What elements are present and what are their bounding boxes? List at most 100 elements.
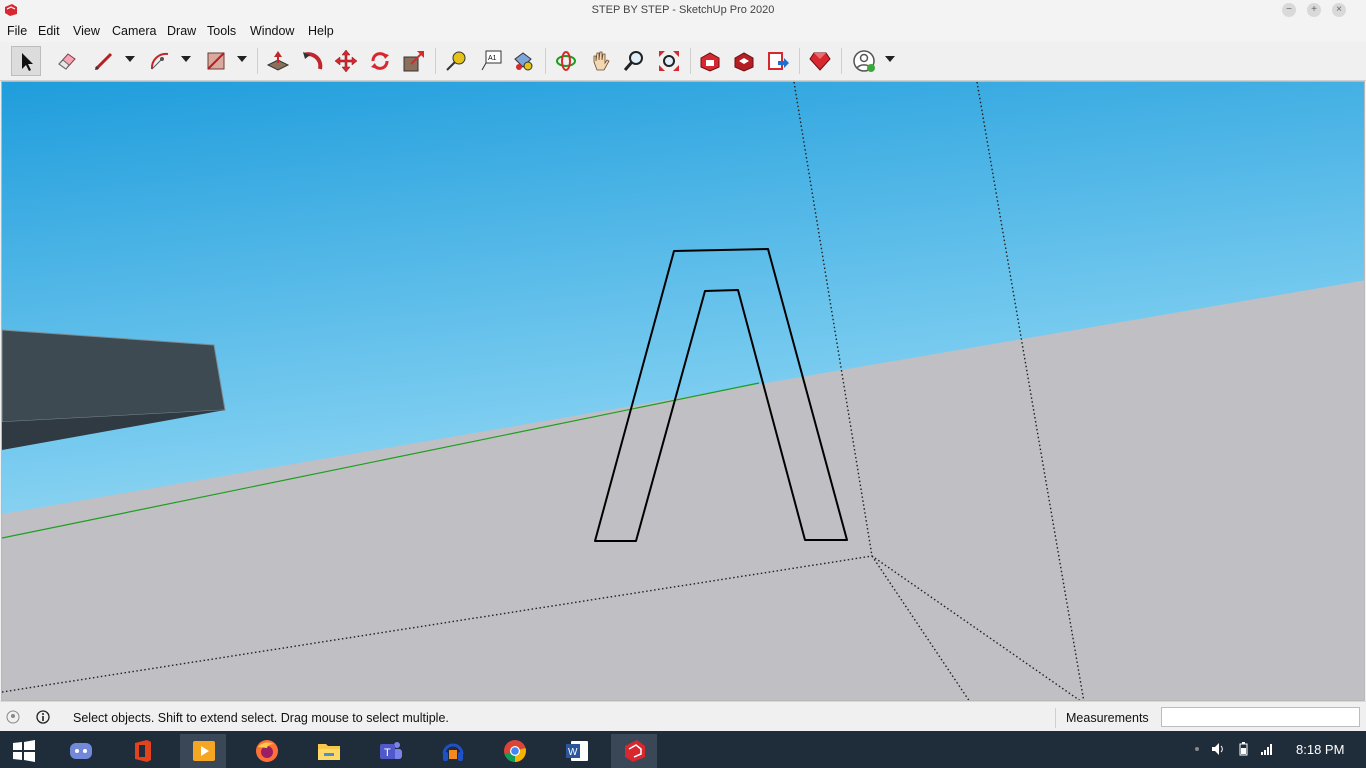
- taskbar-audacity[interactable]: [429, 734, 475, 768]
- ruby-gem-icon: [809, 52, 831, 71]
- pan-hand-icon: [593, 51, 610, 71]
- menu-help[interactable]: Help: [308, 24, 334, 38]
- text-tool-button[interactable]: A1: [476, 46, 506, 76]
- taskbar-word[interactable]: W: [553, 734, 599, 768]
- tape-measure-icon: [446, 51, 466, 71]
- toolbar-separator: [841, 48, 842, 74]
- toolbar-separator: [690, 48, 691, 74]
- taskbar-chrome[interactable]: [491, 734, 537, 768]
- follow-me-tool-button[interactable]: [297, 46, 327, 76]
- media-player-icon: [193, 741, 215, 761]
- zoom-extents-icon: [659, 51, 679, 71]
- shape-tools-dropdown[interactable]: [237, 56, 247, 62]
- follow-me-icon: [303, 52, 323, 70]
- windows-taskbar: T W 8:18 PM: [0, 731, 1366, 768]
- battery-icon[interactable]: [1236, 742, 1250, 756]
- warehouse-icon: [700, 52, 720, 72]
- push-pull-tool-button[interactable]: [263, 46, 293, 76]
- status-bar: Select objects. Shift to extend select. …: [0, 701, 1366, 732]
- sketchup-icon: [625, 740, 645, 762]
- user-account-icon: [853, 50, 875, 72]
- geo-location-icon[interactable]: [6, 710, 20, 724]
- taskbar-sketchup[interactable]: [611, 734, 657, 768]
- orbit-tool-button[interactable]: [551, 46, 581, 76]
- toolbar-separator: [545, 48, 546, 74]
- taskbar-media-player[interactable]: [180, 734, 226, 768]
- start-button[interactable]: [0, 734, 46, 768]
- rotate-icon: [371, 52, 389, 70]
- window-title: STEP BY STEP - SketchUp Pro 2020: [591, 4, 775, 16]
- taskbar-firefox[interactable]: [243, 734, 289, 768]
- paint-bucket-tool-button[interactable]: [508, 46, 538, 76]
- tray-overflow-icon[interactable]: [1190, 742, 1204, 756]
- extension-warehouse-button[interactable]: [729, 46, 759, 76]
- volume-icon[interactable]: [1211, 742, 1225, 756]
- menu-tools[interactable]: Tools: [207, 24, 236, 38]
- chrome-icon: [504, 740, 526, 762]
- arc-icon: [150, 52, 169, 70]
- menu-bar: File Edit View Camera Draw Tools Window …: [0, 22, 1366, 42]
- taskbar-clock[interactable]: 8:18 PM: [1296, 742, 1344, 757]
- line-tool-button[interactable]: [89, 46, 119, 76]
- taskbar-file-explorer[interactable]: [305, 734, 351, 768]
- measurements-label: Measurements: [1066, 711, 1149, 725]
- select-tool-button[interactable]: [11, 46, 41, 76]
- line-tools-dropdown[interactable]: [125, 56, 135, 62]
- maximize-button[interactable]: +: [1307, 3, 1321, 17]
- taskbar-teams[interactable]: T: [367, 734, 413, 768]
- word-icon: W: [566, 741, 588, 761]
- pan-tool-button[interactable]: [585, 46, 615, 76]
- taskbar-office[interactable]: [119, 734, 165, 768]
- account-button[interactable]: [849, 46, 879, 76]
- zoom-extents-tool-button[interactable]: [654, 46, 684, 76]
- arc-tools-dropdown[interactable]: [181, 56, 191, 62]
- folder-icon: [318, 744, 340, 760]
- taskbar-discord[interactable]: [57, 734, 103, 768]
- send-to-layout-icon: [768, 52, 789, 70]
- drawing-viewport[interactable]: [1, 81, 1365, 701]
- zoom-tool-button[interactable]: [619, 46, 649, 76]
- tape-measure-tool-button[interactable]: [441, 46, 471, 76]
- text-tool-label: A1: [488, 55, 497, 62]
- send-to-layout-button[interactable]: [763, 46, 793, 76]
- toolbar-separator: [435, 48, 436, 74]
- model-canvas[interactable]: [2, 82, 1365, 701]
- svg-text:W: W: [568, 747, 578, 758]
- menu-file[interactable]: File: [7, 24, 27, 38]
- rotate-tool-button[interactable]: [365, 46, 395, 76]
- menu-view[interactable]: View: [73, 24, 100, 38]
- extension-manager-button[interactable]: [805, 46, 835, 76]
- toolbar-separator: [257, 48, 258, 74]
- info-icon[interactable]: [36, 710, 50, 724]
- audacity-headphones-icon: [442, 743, 464, 761]
- office-icon: [135, 740, 151, 762]
- move-tool-button[interactable]: [331, 46, 361, 76]
- menu-edit[interactable]: Edit: [38, 24, 60, 38]
- menu-window[interactable]: Window: [250, 24, 294, 38]
- select-arrow-icon: [22, 53, 33, 71]
- menu-camera[interactable]: Camera: [112, 24, 156, 38]
- minimize-button[interactable]: −: [1282, 3, 1296, 17]
- status-separator: [1055, 708, 1056, 728]
- firefox-icon: [256, 740, 278, 762]
- arc-tool-button[interactable]: [145, 46, 175, 76]
- discord-icon: [70, 743, 92, 759]
- teams-icon: T: [380, 742, 402, 759]
- move-arrows-icon: [334, 49, 358, 73]
- menu-draw[interactable]: Draw: [167, 24, 196, 38]
- wifi-signal-icon[interactable]: [1260, 742, 1274, 756]
- eraser-tool-button[interactable]: [52, 46, 82, 76]
- dark-face-upper: [2, 329, 226, 423]
- rectangle-icon: [207, 52, 225, 70]
- scale-icon: [403, 51, 424, 72]
- windows-logo-icon: [13, 740, 35, 762]
- zoom-magnifier-icon: [623, 51, 643, 71]
- measurements-input[interactable]: [1161, 707, 1360, 727]
- scale-tool-button[interactable]: [399, 46, 429, 76]
- orbit-icon: [556, 51, 576, 71]
- rectangle-tool-button[interactable]: [201, 46, 231, 76]
- 3d-warehouse-button[interactable]: [695, 46, 725, 76]
- account-dropdown[interactable]: [885, 56, 895, 62]
- extension-warehouse-icon: [734, 52, 754, 72]
- close-button[interactable]: ×: [1332, 3, 1346, 17]
